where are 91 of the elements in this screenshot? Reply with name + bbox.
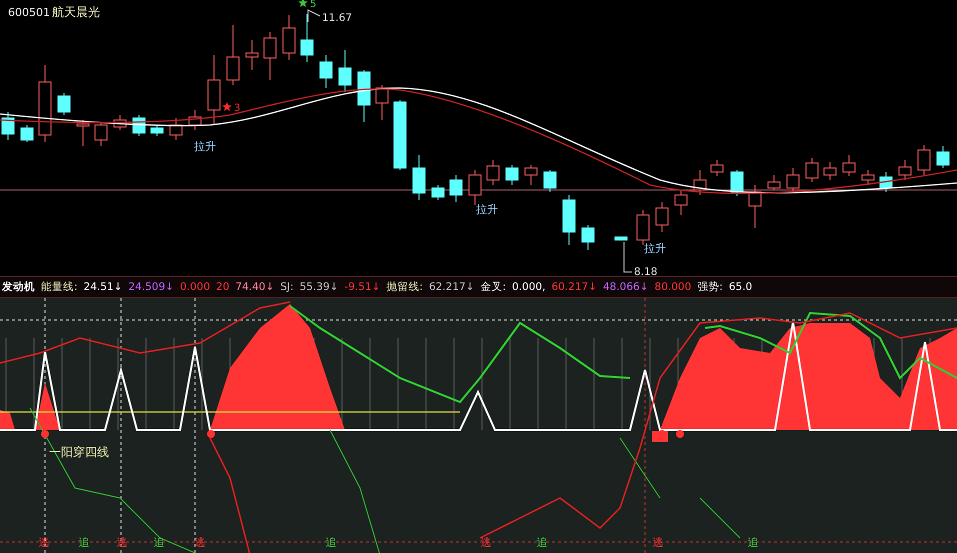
candlestick: [862, 170, 874, 186]
indicator-reading: 能量线:: [41, 280, 78, 294]
candlestick: [544, 170, 556, 192]
candlestick: [432, 184, 444, 200]
candlestick: [412, 154, 426, 200]
candlestick: [394, 100, 406, 170]
candlestick: [76, 120, 90, 146]
candlestick: [842, 154, 856, 176]
candlestick: [898, 160, 912, 180]
trade-signal: 逃: [38, 536, 50, 549]
candlestick: [208, 54, 220, 126]
trade-signal: 逃: [480, 536, 492, 549]
stock-name: 航天晨光: [52, 5, 100, 19]
signal-dot-icon: [41, 430, 49, 438]
trade-signal: 追: [536, 536, 548, 549]
indicator-reading: 金叉:: [480, 280, 506, 294]
candlestick: [748, 184, 762, 228]
trade-signal: 追: [154, 536, 164, 549]
low-price-label: 8.18: [634, 266, 658, 276]
candlestick: [562, 194, 576, 246]
candlestick: [376, 84, 388, 120]
candlestick: [806, 158, 818, 182]
indicator-reading: 62.217↓: [428, 281, 474, 293]
candlestick: [582, 224, 594, 250]
candlestick: [226, 24, 240, 86]
signal-dot-icon: [207, 430, 215, 438]
candlestick: [614, 236, 628, 240]
trade-signal: 追: [748, 536, 758, 549]
indicator-reading: 74.40↓: [235, 281, 274, 293]
candlestick: [880, 172, 892, 192]
rise-label: 拉升: [644, 242, 666, 255]
indicator-reading: 24.509↓: [128, 281, 174, 293]
rise-label: 拉升: [476, 203, 498, 216]
candlestick: [264, 32, 276, 80]
signal-number: 3: [234, 103, 240, 114]
candlestick: [94, 122, 108, 146]
candlestick: [730, 170, 744, 196]
signal-dot-icon: [658, 430, 666, 438]
indicator-reading: 0.000,: [512, 281, 546, 293]
candlestick: [320, 54, 332, 88]
trade-signal: 追: [326, 536, 336, 549]
candlestick: [918, 144, 930, 176]
candlestick: [468, 170, 482, 206]
indicator-reading: 20: [216, 281, 230, 293]
star-icon: [222, 102, 232, 112]
indicator-reading: -9.51↓: [344, 281, 380, 293]
rise-label: 拉升: [194, 140, 216, 153]
candlestick: [936, 146, 950, 168]
candlestick: [786, 168, 800, 192]
candlestick: [506, 164, 518, 186]
candlestick: [358, 70, 370, 122]
candlestick: [300, 14, 314, 62]
signal-number: 5: [310, 0, 316, 10]
candlestick: [656, 202, 668, 232]
indicator-reading: 24.51↓: [84, 281, 122, 293]
indicator-reading: 抛留线:: [386, 280, 423, 294]
indicator-reading: SJ:: [280, 281, 294, 293]
candlestick: [824, 162, 836, 180]
candlestick: [246, 40, 258, 70]
candlestick: [694, 170, 706, 196]
candlestick: [20, 124, 34, 142]
star-icon: [298, 0, 308, 8]
indicator-reading: 55.39↓: [300, 281, 338, 293]
candlestick: [338, 50, 352, 92]
indicator-reading: 48.066↓: [602, 281, 649, 293]
stock-code: 600501: [8, 6, 50, 19]
indicator-reading: 强势:: [697, 280, 723, 294]
candlestick: [486, 160, 500, 186]
signal-dot-icon: [676, 430, 684, 438]
candlestick: [524, 164, 538, 186]
indicator-title: 发动机: [2, 280, 35, 294]
candlestick: [450, 174, 462, 202]
candlestick: [710, 160, 724, 176]
indicator-reading: 65.0: [728, 281, 752, 293]
trade-signal: 逃: [116, 536, 128, 549]
candlestick: [2, 112, 14, 140]
candlestick: [674, 190, 688, 216]
candlestick: [282, 14, 296, 60]
candlestick: [114, 114, 126, 130]
trade-signal: 追: [78, 536, 90, 549]
candlestick: [58, 92, 70, 116]
candlestick: [188, 110, 202, 130]
indicator-reading: 60.217↓: [551, 281, 597, 293]
trade-signal: 逃: [652, 536, 664, 549]
trade-signal: 逃: [194, 536, 206, 549]
high-price-label: 11.67: [322, 12, 352, 24]
candlestick: [170, 118, 182, 140]
indicator-reading: 0.000: [180, 281, 210, 293]
candlestick: [768, 174, 780, 190]
candlestick: [150, 124, 164, 136]
indicator-reading: 80.000: [654, 281, 692, 293]
